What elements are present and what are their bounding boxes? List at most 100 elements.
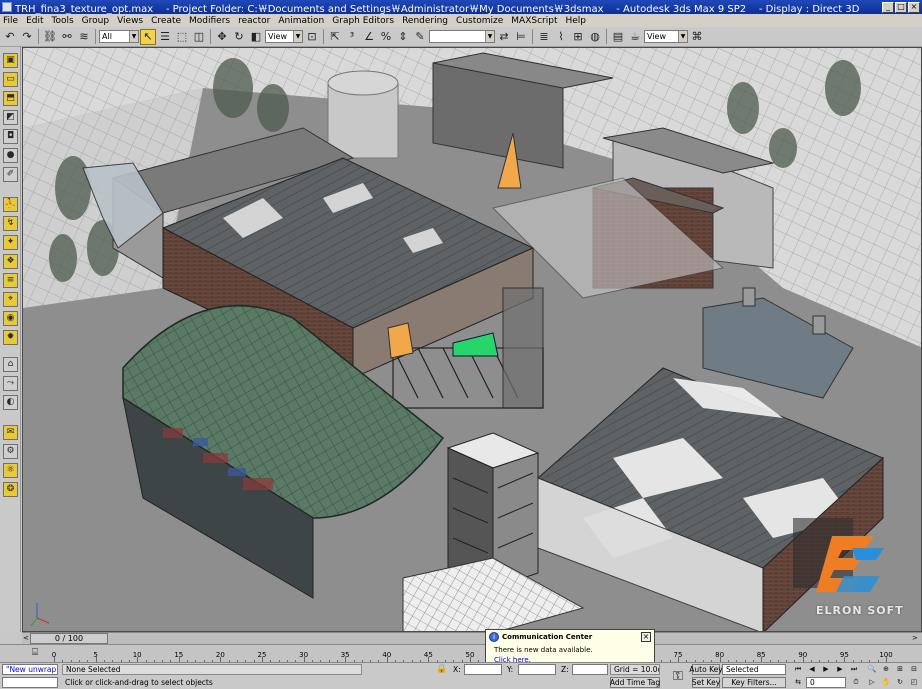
ik-chain-icon[interactable]: ⌖ [3,292,18,307]
x-coordinate-field[interactable] [464,664,502,675]
quick-render-icon[interactable]: ☕ [627,29,643,45]
render-scene-dialog-icon[interactable]: ▤ [610,29,626,45]
zoom-icon[interactable]: 🔍 [866,664,878,674]
select-and-scale-icon[interactable]: ◧ [248,29,264,45]
next-frame-icon[interactable]: ▶ [834,664,846,674]
menu-maxscript[interactable]: MAXScript [507,16,561,26]
rectangular-selection-region-icon[interactable]: ⬚ [174,29,190,45]
key-mode-toggle-icon[interactable]: ⇆ [792,677,804,687]
pan-view-icon[interactable]: ✋ [880,677,892,687]
hierarchy-icon[interactable]: ⌂ [3,357,18,372]
box-primitive-icon[interactable]: ⬒ [3,91,18,106]
menu-graph-editors[interactable]: Graph Editors [328,16,398,26]
select-by-name-icon[interactable]: ☰ [157,29,173,45]
render-last-icon[interactable]: ⌘ [689,29,705,45]
snaps-toggle-icon[interactable]: ³ [344,29,360,45]
menu-reactor[interactable]: reactor [234,16,274,26]
mini-curve-editor-icon[interactable]: ⌸ [28,646,42,660]
z-coordinate-field[interactable] [572,664,608,675]
menu-tools[interactable]: Tools [48,16,78,26]
arc-rotate-icon[interactable]: ↻ [894,677,906,687]
menu-rendering[interactable]: Rendering [398,16,452,26]
perspective-viewport[interactable] [22,47,922,632]
minimize-button[interactable]: _ [882,1,894,13]
menu-customize[interactable]: Customize [452,16,507,26]
time-slider[interactable]: < 0 / 100 > [22,632,922,644]
maximize-button[interactable]: □ [895,1,907,13]
go-to-end-icon[interactable]: ⏭ [848,664,860,674]
layer-manager-icon[interactable]: ≣ [536,29,552,45]
paint-icon[interactable]: ✐ [3,167,18,182]
camera-icon[interactable]: ◘ [3,129,18,144]
select-and-rotate-icon[interactable]: ↻ [231,29,247,45]
open-icon[interactable]: ▭ [3,72,18,87]
colors-icon[interactable]: ● [3,148,18,163]
bind-to-space-warp-icon[interactable]: ≋ [76,29,92,45]
go-to-start-icon[interactable]: ⏮ [792,664,804,674]
selection-filter-dropdown[interactable]: All ▼ [99,30,139,43]
unlink-selection-icon[interactable]: ⚯ [59,29,75,45]
set-key-icon[interactable]: ⚿ [668,667,688,685]
key-mode-dropdown[interactable]: Selected [722,664,786,675]
skin-icon[interactable]: ❖ [3,254,18,269]
menu-file[interactable]: File [0,16,22,26]
material-editor-icon[interactable]: ◍ [587,29,603,45]
motion-icon[interactable]: ⤳ [3,376,18,391]
set-key-button[interactable]: Set Key [692,677,720,688]
menu-views[interactable]: Views [113,16,147,26]
display-icon[interactable]: ◐ [3,395,18,410]
render-effects-icon[interactable]: ❂ [3,482,18,497]
menu-modifiers[interactable]: Modifiers [185,16,234,26]
select-and-link-icon[interactable]: ⛓ [42,29,58,45]
zoom-extents-all-icon[interactable]: ⊟ [908,664,920,674]
communication-center-close-button[interactable]: × [641,632,651,642]
save-icon[interactable]: ▣ [3,53,18,68]
biped-icon[interactable]: ⛹ [3,197,18,212]
pivot-center-icon[interactable]: ⊡ [304,29,320,45]
close-button[interactable]: × [908,1,920,13]
menu-help[interactable]: Help [561,16,590,26]
track-bar[interactable]: ⌸ 05101520253035404550556065707580859095… [0,644,922,662]
add-time-tag-button[interactable]: Add Time Tag [610,677,660,688]
maxscript-listener-output[interactable] [2,677,58,688]
menu-create[interactable]: Create [147,16,185,26]
time-slider-thumb[interactable]: 0 / 100 [30,633,108,644]
play-icon[interactable]: ▶ [820,664,832,674]
menu-animation[interactable]: Animation [274,16,328,26]
select-object-icon[interactable]: ↖ [140,28,156,45]
percent-snap-icon[interactable]: % [378,29,394,45]
current-frame-field[interactable]: 0 [806,677,846,688]
zoom-extents-icon[interactable]: ⊞ [894,664,906,674]
key-filters-button[interactable]: Key Filters... [722,677,786,688]
reactor-icon[interactable]: ⚛ [3,463,18,478]
shape-icon[interactable]: ◩ [3,110,18,125]
edit-named-selection-icon[interactable]: ✎ [412,29,428,45]
angle-snap-icon[interactable]: ∠ [361,29,377,45]
menu-edit[interactable]: Edit [22,16,47,26]
spinner-snap-icon[interactable]: ⇕ [395,29,411,45]
zoom-all-icon[interactable]: ⊕ [880,664,892,674]
maxscript-listener-mini[interactable]: "New unwrap 1 [2,664,58,675]
lock-icon[interactable]: 🔒 [436,663,448,675]
redo-icon[interactable]: ↷ [19,29,35,45]
mirror-icon[interactable]: ⇄ [496,29,512,45]
helper-icon[interactable]: ◉ [3,311,18,326]
field-of-view-icon[interactable]: ▷ [866,677,878,687]
time-slider-prev-icon[interactable]: < [23,634,30,643]
select-and-manipulate-icon[interactable]: ⇱ [327,29,343,45]
light-icon[interactable]: ✹ [3,330,18,345]
move-footsteps-icon[interactable]: ↯ [3,216,18,231]
maximize-viewport-icon[interactable]: ◰ [908,677,920,687]
script-icon[interactable]: ✉ [3,425,18,440]
auto-key-button[interactable]: Auto Key [689,664,723,675]
render-type-dropdown[interactable]: View ▼ [644,30,688,43]
select-and-move-icon[interactable]: ✥ [214,29,230,45]
align-icon[interactable]: ⊨ [513,29,529,45]
previous-frame-icon[interactable]: ◀ [806,664,818,674]
time-slider-next-icon[interactable]: > [912,634,919,643]
y-coordinate-field[interactable] [518,664,556,675]
stack-icon[interactable]: ≡ [3,273,18,288]
undo-icon[interactable]: ↶ [2,29,18,45]
time-configuration-icon[interactable]: ⏱ [850,677,862,687]
preferences-icon[interactable]: ⚙ [3,444,18,459]
